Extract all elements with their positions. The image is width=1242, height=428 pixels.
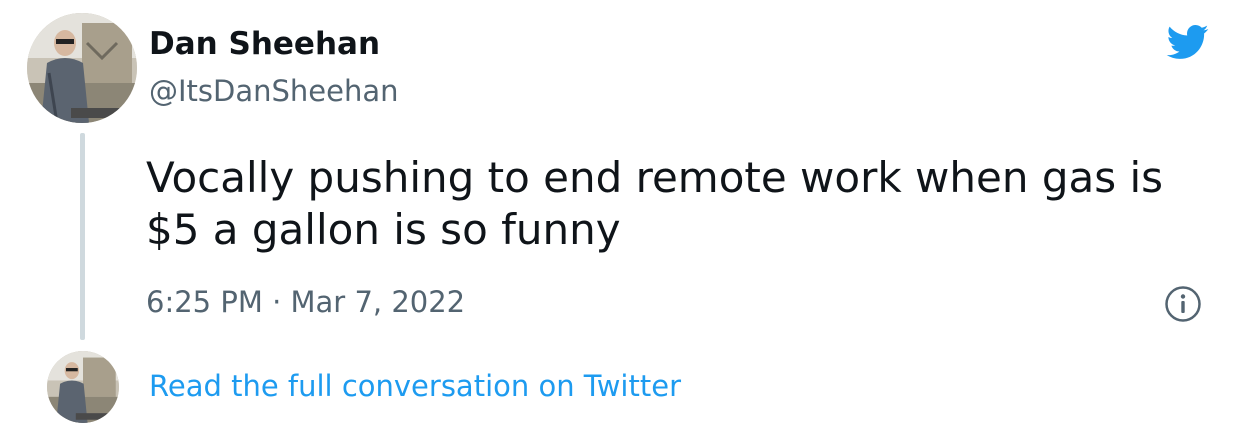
tweet-text: Vocally pushing to end remote work when …: [146, 153, 1164, 254]
twitter-bird-icon[interactable]: [1160, 20, 1214, 64]
info-icon[interactable]: [1164, 285, 1202, 323]
author-handle[interactable]: @ItsDanSheehan: [149, 72, 399, 110]
avatar-photo: [47, 351, 119, 423]
author-avatar[interactable]: [27, 13, 137, 123]
author-display-name[interactable]: Dan Sheehan: [149, 24, 380, 64]
thread-connector-line: [80, 133, 85, 340]
author-avatar-small[interactable]: [47, 351, 119, 423]
tweet-timestamp[interactable]: 6:25 PM · Mar 7, 2022: [146, 282, 465, 322]
read-full-conversation-link[interactable]: Read the full conversation on Twitter: [149, 366, 681, 406]
avatar-photo: [27, 13, 137, 123]
